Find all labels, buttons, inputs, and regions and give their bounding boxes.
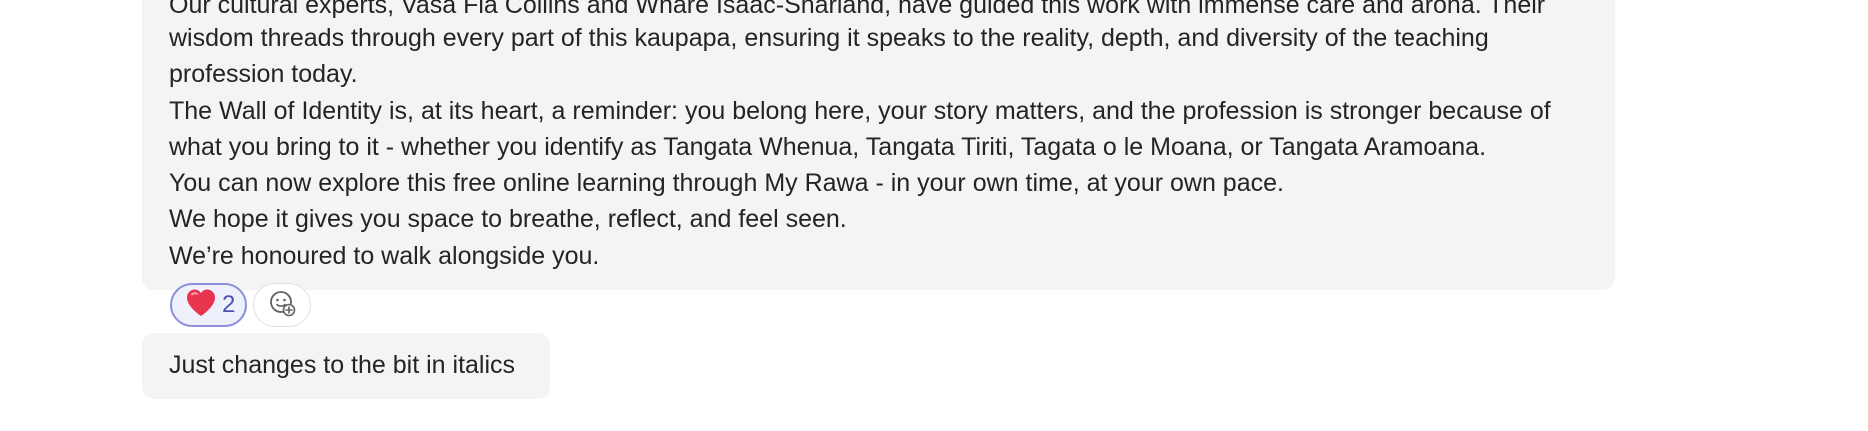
message-line: profession today. xyxy=(169,60,358,88)
add-reaction-icon xyxy=(268,289,296,322)
heart-icon xyxy=(185,288,217,323)
message-line: You can now explore this free online lea… xyxy=(169,169,1284,197)
message-line: what you bring to it - whether you ident… xyxy=(169,133,1487,161)
message-line: wisdom threads through every part of thi… xyxy=(169,24,1489,52)
heart-reaction-button[interactable]: 2 xyxy=(170,283,248,327)
add-reaction-button[interactable] xyxy=(253,283,312,327)
message-line: The Wall of Identity is, at its heart, a… xyxy=(169,97,1551,125)
reaction-count: 2 xyxy=(222,291,236,318)
chat-view: Our cultural experts, Vasa Fia Collins a… xyxy=(0,0,1868,431)
message-line: We’re honoured to walk alongside you. xyxy=(169,242,600,270)
reactions-bar: 2 xyxy=(170,283,312,329)
message-line: We hope it gives you space to breathe, r… xyxy=(169,205,847,233)
reply-message-text: Just changes to the bit in italics xyxy=(169,351,516,379)
